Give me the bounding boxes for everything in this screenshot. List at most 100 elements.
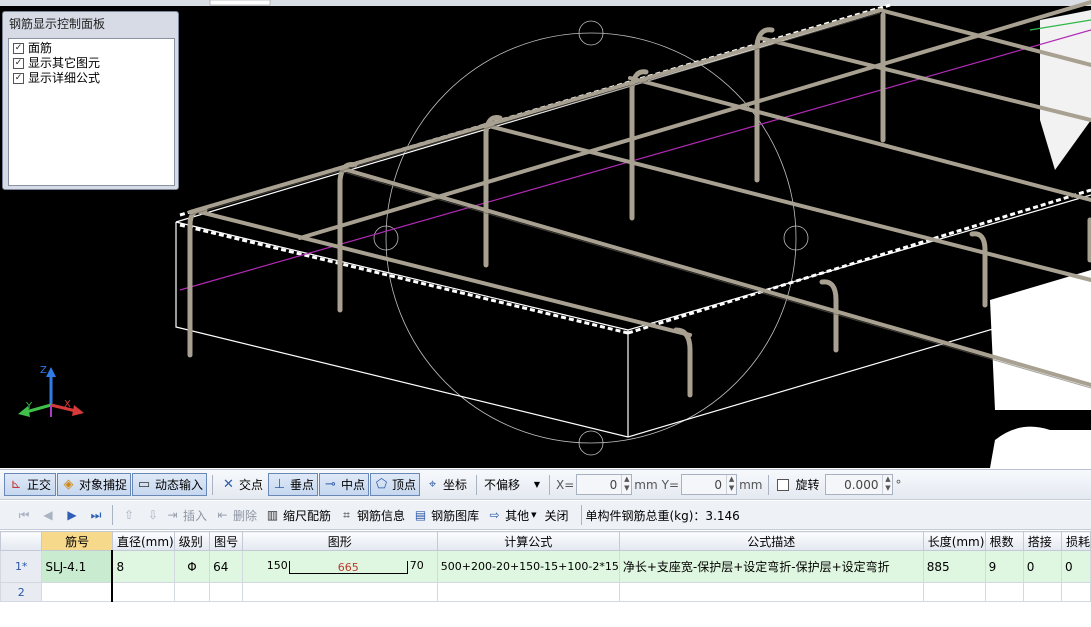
loss-cell[interactable] <box>1060 582 1091 602</box>
move-down-icon[interactable]: ⇩ <box>141 508 165 522</box>
table-header-row: 筋号 直径(mm) 级别 图号 图形 计算公式 公式描述 长度(mm) 根数 搭… <box>0 531 1091 551</box>
option-show-detailed-formula[interactable]: ✓ 显示详细公式 <box>13 71 170 86</box>
loss-cell[interactable]: 0 <box>1060 550 1091 583</box>
corner-header[interactable] <box>0 531 43 551</box>
degree-unit: ° <box>895 477 902 492</box>
column-header[interactable]: 公式描述 <box>618 531 924 551</box>
close-button[interactable]: 关闭 <box>544 507 568 524</box>
table-row[interactable]: 2 <box>0 582 1091 602</box>
separator <box>476 474 477 495</box>
axis-indicator-icon <box>18 367 84 417</box>
checkbox-show-detailed-formula[interactable]: ✓ <box>13 73 24 84</box>
checkbox-show-other-elements[interactable]: ✓ <box>13 58 24 69</box>
column-header[interactable]: 图号 <box>209 531 243 551</box>
rebar-editor-window: Z Y X 钢筋显示控制面板 ✓ 面筋 ✓ 显示其它图元 ✓ 显示详细公式 ⊾ … <box>0 0 1091 627</box>
spinner-arrows-icon[interactable]: ▲ ▼ <box>882 475 892 494</box>
diameter-cell[interactable]: 8 <box>111 550 175 583</box>
column-header[interactable]: 级别 <box>173 531 211 551</box>
3d-viewport[interactable]: Z Y X 钢筋显示控制面板 ✓ 面筋 ✓ 显示其它图元 ✓ 显示详细公式 <box>0 0 1091 468</box>
row-number[interactable]: 1* <box>0 550 43 583</box>
checkbox-face-rebar[interactable]: ✓ <box>13 43 24 54</box>
spinner-arrows-icon[interactable]: ▲ ▼ <box>621 475 631 494</box>
rebar-library-button[interactable]: ▤ 钢筋图库 <box>413 507 479 524</box>
perpendicular-button[interactable]: ⊥ 垂点 <box>268 473 318 496</box>
panel-title: 钢筋显示控制面板 <box>9 17 106 31</box>
grade-cell[interactable] <box>173 582 211 602</box>
dynamic-input-icon: ▭ <box>137 476 151 492</box>
option-face-rebar[interactable]: ✓ 面筋 <box>13 41 170 56</box>
separator <box>580 505 582 525</box>
shape-no-cell[interactable]: 64 <box>209 550 243 583</box>
shape-no-cell[interactable] <box>209 582 243 602</box>
offset-select[interactable]: 不偏移 ▼ <box>481 474 545 495</box>
scale-rebar-button[interactable]: ▥ 缩尺配筋 <box>265 507 331 524</box>
move-up-icon[interactable]: ⇧ <box>117 508 141 522</box>
axis-y-label: Y <box>26 401 33 412</box>
row-number[interactable]: 2 <box>0 582 43 602</box>
axis-x-label: X <box>64 399 71 410</box>
midpoint-button[interactable]: ⊸ 中点 <box>319 473 369 496</box>
diameter-cell[interactable] <box>111 582 175 602</box>
y-label: Y= <box>661 477 680 492</box>
last-record-icon[interactable]: ⏭ <box>84 508 108 523</box>
description-cell[interactable]: 净长+支座宽-保护层+设定弯折-保护层+设定弯折 <box>618 550 924 583</box>
column-header[interactable]: 损耗 <box>1060 531 1091 551</box>
x-offset-input[interactable]: 0 ▲ ▼ <box>576 474 633 495</box>
length-cell[interactable]: 885 <box>922 550 986 583</box>
rotate-checkbox[interactable] <box>777 478 790 491</box>
grade-cell[interactable]: Φ <box>173 550 211 583</box>
shape-mid-length: 665 <box>337 560 359 574</box>
count-cell[interactable] <box>984 582 1024 602</box>
shape-cell[interactable]: 150 665 70 <box>241 550 438 583</box>
coordinate-button[interactable]: ⌖ 坐标 <box>421 473 471 496</box>
rebar-info-button[interactable]: ⌗ 钢筋信息 <box>339 507 405 524</box>
column-header[interactable]: 图形 <box>241 531 438 551</box>
intersection-button[interactable]: ✕ 交点 <box>217 473 267 496</box>
other-menu-button[interactable]: ⇨ 其他 ▼ <box>487 507 537 524</box>
rebar-shape-diagram: 150 665 70 <box>246 552 437 582</box>
length-cell[interactable] <box>922 582 986 602</box>
bar-no-cell[interactable] <box>41 582 114 602</box>
column-header[interactable]: 计算公式 <box>436 531 620 551</box>
rebar-display-control-panel: 钢筋显示控制面板 ✓ 面筋 ✓ 显示其它图元 ✓ 显示详细公式 <box>2 11 179 190</box>
delete-button[interactable]: ⇤ 删除 <box>215 507 257 524</box>
count-cell[interactable]: 9 <box>984 550 1024 583</box>
lap-cell[interactable]: 0 <box>1022 550 1062 583</box>
next-record-icon[interactable]: ▶ <box>60 508 84 522</box>
intersection-icon: ✕ <box>223 476 234 492</box>
orthogonal-icon: ⊾ <box>10 476 22 492</box>
column-header[interactable]: 筋号 <box>41 531 113 551</box>
total-weight-label: 单构件钢筋总重(kg)：3.146 <box>585 508 740 523</box>
y-offset-input[interactable]: 0 ▲ ▼ <box>681 474 738 495</box>
column-header[interactable]: 根数 <box>984 531 1024 551</box>
rebar-info-icon: ⌗ <box>343 508 350 522</box>
x-unit: mm <box>634 477 658 492</box>
description-cell[interactable] <box>618 582 924 602</box>
axis-z-label: Z <box>40 365 47 376</box>
object-snap-button[interactable]: ◈ 对象捕捉 <box>57 473 131 496</box>
lap-cell[interactable] <box>1022 582 1062 602</box>
separator <box>549 474 550 495</box>
vertex-button[interactable]: ⬠ 顶点 <box>370 473 420 496</box>
table-row[interactable]: 1* SLJ-4.1 8 Φ 64 150 665 70 500+200-20+… <box>0 550 1091 583</box>
x-label: X= <box>556 477 575 492</box>
column-header[interactable]: 长度(mm) <box>922 531 986 551</box>
dynamic-input-button[interactable]: ▭ 动态输入 <box>132 473 207 496</box>
chevron-down-icon: ▼ <box>533 480 540 489</box>
insert-icon: ⇥ <box>167 508 178 522</box>
option-show-other-elements[interactable]: ✓ 显示其它图元 <box>13 56 170 71</box>
orthogonal-button[interactable]: ⊾ 正交 <box>4 473 56 496</box>
first-record-icon[interactable]: ⏮ <box>12 508 36 523</box>
column-header[interactable]: 搭接 <box>1022 531 1062 551</box>
formula-cell[interactable]: 500+200-20+150-15+100-2*15 <box>436 550 620 583</box>
prev-record-icon[interactable]: ◀ <box>36 508 60 522</box>
bar-no-cell[interactable]: SLJ-4.1 <box>41 550 114 583</box>
rotate-input[interactable]: 0.000 ▲ ▼ <box>825 474 894 495</box>
y-unit: mm <box>739 477 763 492</box>
formula-cell[interactable] <box>436 582 620 602</box>
column-header[interactable]: 直径(mm) <box>111 531 175 551</box>
spinner-arrows-icon[interactable]: ▲ ▼ <box>726 475 736 494</box>
rotate-label: 旋转 <box>795 478 820 492</box>
shape-cell[interactable] <box>241 582 438 602</box>
insert-button[interactable]: ⇥ 插入 <box>165 507 207 524</box>
